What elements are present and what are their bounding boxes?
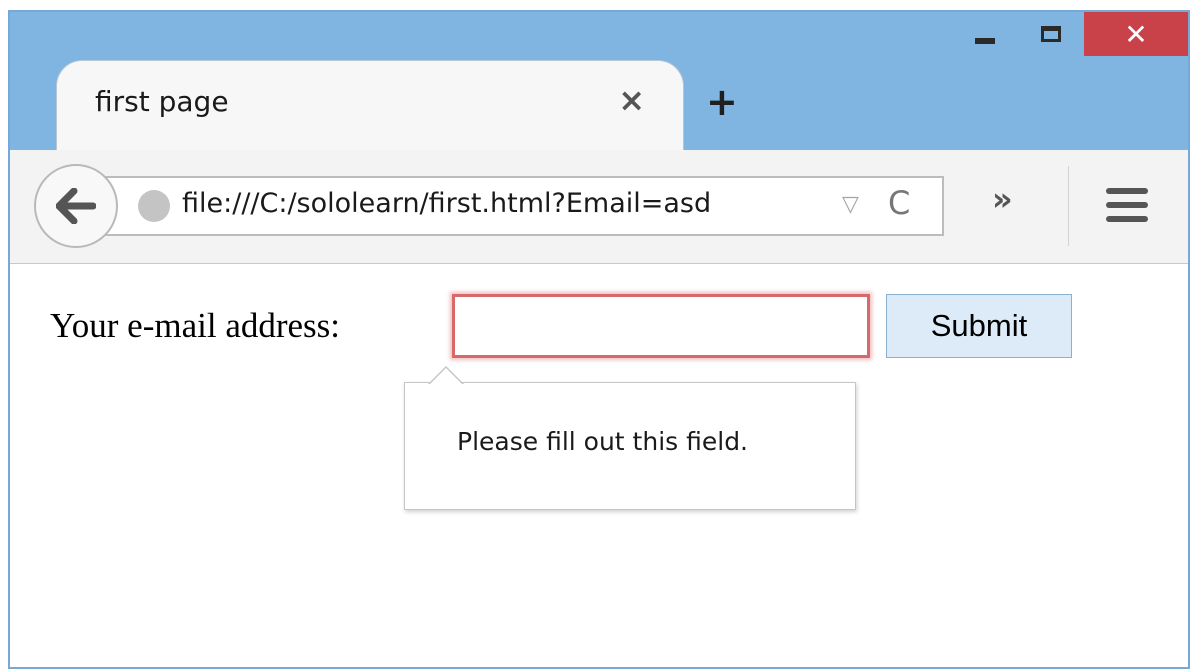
back-arrow-icon (56, 188, 96, 224)
back-button[interactable] (34, 164, 118, 248)
url-text[interactable]: file:///C:/sololearn/first.html?Email=as… (182, 188, 711, 219)
tab-title: first page (95, 85, 229, 118)
tab-first-page[interactable]: first page × (56, 60, 684, 152)
email-input[interactable] (452, 294, 870, 358)
overflow-chevron-icon[interactable]: » (992, 180, 1013, 218)
page-content: Your e-mail address: Submit Please fill … (10, 264, 1188, 667)
maximize-icon (1041, 26, 1061, 42)
window-controls: ✕ (952, 12, 1188, 68)
minimize-button[interactable] (952, 12, 1018, 56)
tab-close-icon[interactable]: × (618, 81, 645, 119)
new-tab-button[interactable]: + (706, 80, 738, 124)
submit-button[interactable]: Submit (886, 294, 1072, 358)
url-dropdown-icon[interactable]: ▽ (842, 192, 859, 217)
toolbar-divider (1068, 166, 1069, 246)
address-bar[interactable]: file:///C:/sololearn/first.html?Email=as… (102, 176, 944, 236)
close-icon: ✕ (1124, 17, 1148, 51)
email-label: Your e-mail address: (50, 306, 341, 345)
minimize-icon (975, 38, 995, 44)
globe-icon (138, 190, 170, 222)
hamburger-menu-icon[interactable] (1106, 188, 1148, 222)
browser-window: ✕ first page × + file:///C:/sololearn/fi… (8, 10, 1190, 669)
reload-icon[interactable]: C (888, 184, 910, 222)
validation-tooltip: Please fill out this field. (404, 382, 856, 510)
navigation-bar: file:///C:/sololearn/first.html?Email=as… (10, 150, 1188, 264)
tooltip-arrow-fill (430, 368, 462, 384)
close-window-button[interactable]: ✕ (1084, 12, 1188, 56)
validation-message: Please fill out this field. (457, 427, 749, 456)
maximize-button[interactable] (1018, 12, 1084, 56)
title-bar: ✕ first page × + (10, 12, 1188, 152)
